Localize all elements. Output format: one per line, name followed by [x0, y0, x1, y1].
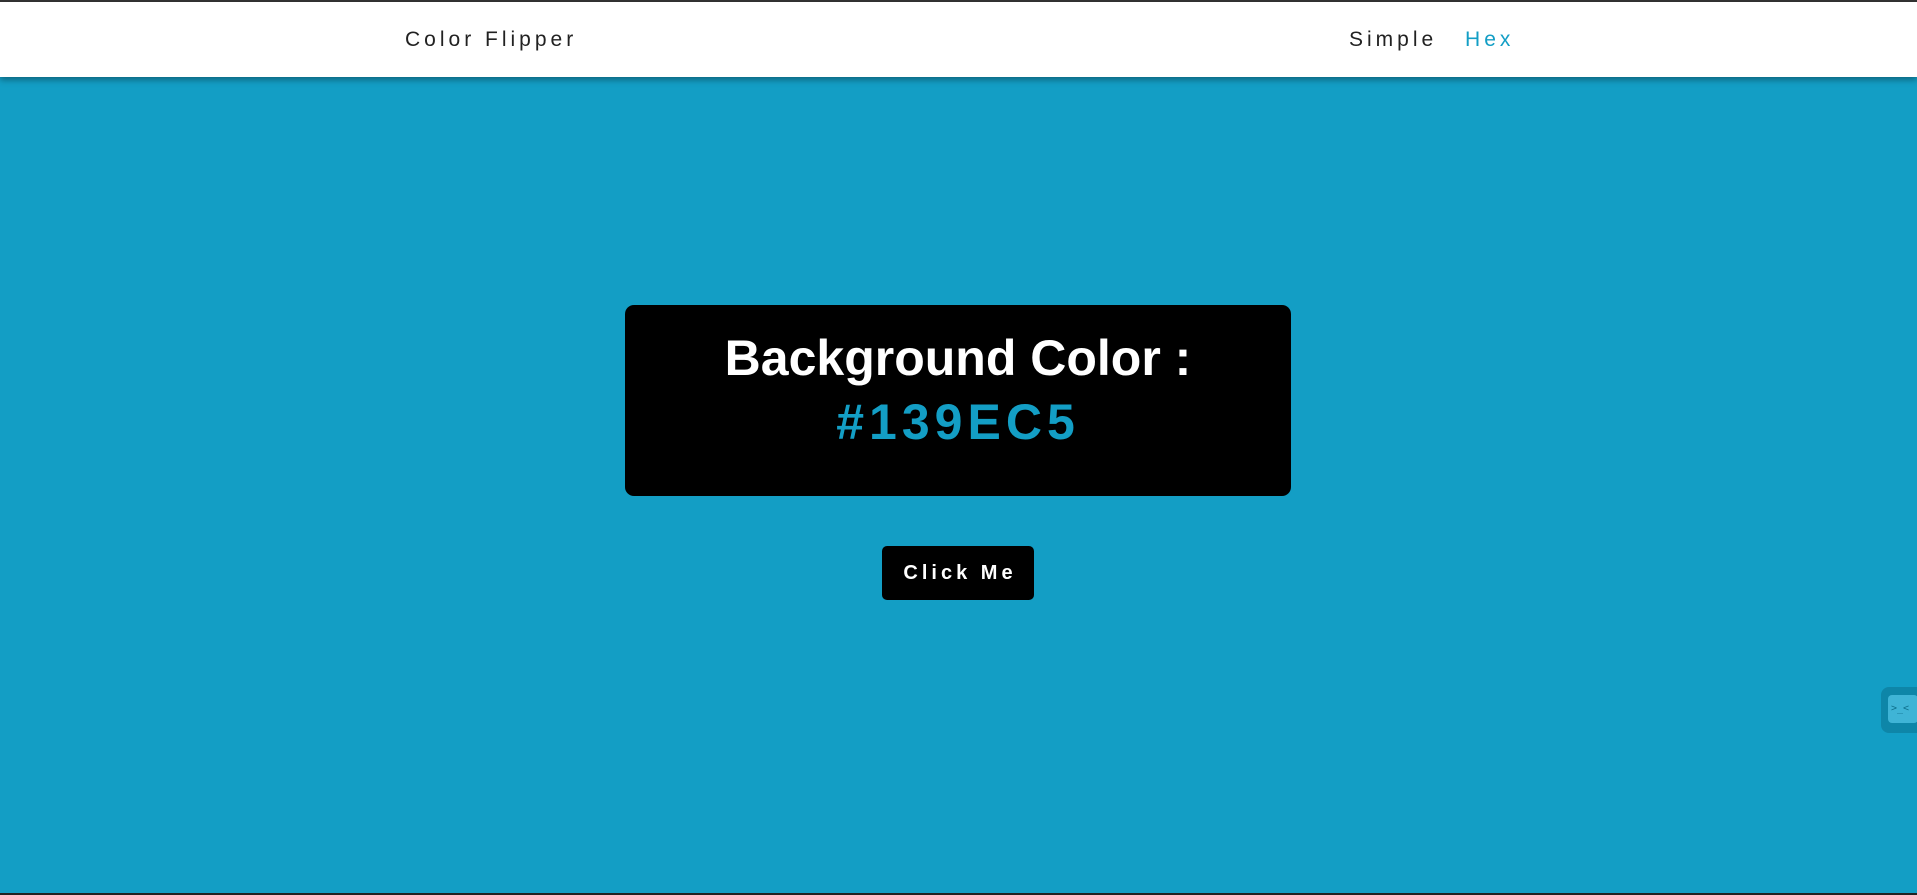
navbar: Color Flipper Simple Hex: [0, 2, 1917, 77]
side-widget-tab[interactable]: >_<: [1881, 687, 1917, 733]
nav-links: Simple Hex: [1349, 28, 1514, 52]
click-me-button[interactable]: Click Me: [882, 546, 1034, 600]
color-value: #139EC5: [836, 394, 1080, 450]
color-display-box: Background Color : #139EC5: [625, 305, 1291, 496]
nav-link-hex[interactable]: Hex: [1465, 28, 1514, 51]
terminal-icon: >_<: [1888, 695, 1917, 723]
nav-link-simple[interactable]: Simple: [1349, 28, 1437, 51]
brand-title: Color Flipper: [405, 28, 578, 51]
color-title: Background Color :: [724, 330, 1192, 386]
